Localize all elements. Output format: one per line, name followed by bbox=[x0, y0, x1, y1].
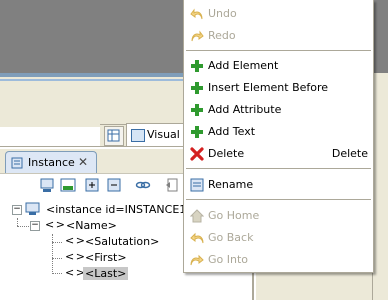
plus-icon bbox=[191, 104, 203, 116]
menu-item-go-into[interactable]: Go Into bbox=[184, 249, 373, 271]
menu-item-add-attribute[interactable]: Add Attribute bbox=[184, 99, 373, 121]
sash[interactable] bbox=[252, 272, 254, 300]
workbench-background bbox=[0, 0, 183, 73]
menu-item-go-back[interactable]: Go Back bbox=[184, 227, 373, 249]
context-menu: Undo Redo Add Element Insert Element Bef… bbox=[183, 0, 374, 273]
go-back-icon bbox=[190, 232, 204, 244]
go-into-icon bbox=[190, 254, 204, 266]
menu-item-delete-label: Delete bbox=[208, 147, 245, 160]
menu-item-go-home[interactable]: Go Home bbox=[184, 205, 373, 227]
menu-item-add-text-label: Add Text bbox=[208, 125, 256, 138]
expand-plus-icon[interactable] bbox=[84, 177, 100, 193]
xsd-icon[interactable] bbox=[60, 177, 76, 193]
menu-item-add-attribute-label: Add Attribute bbox=[208, 103, 282, 116]
element-icon: < > bbox=[65, 250, 85, 263]
instance-icon bbox=[11, 157, 23, 169]
menu-item-add-element-label: Add Element bbox=[208, 59, 279, 72]
go-home-icon bbox=[190, 209, 204, 223]
tree-item[interactable]: <Salutation> bbox=[83, 234, 161, 250]
right-panel bbox=[372, 73, 388, 300]
tree-item[interactable]: <instance id=INSTANCE1> bbox=[44, 202, 198, 218]
rename-icon bbox=[190, 178, 204, 192]
menu-separator bbox=[186, 168, 371, 169]
menu-item-add-text[interactable]: Add Text bbox=[184, 121, 373, 143]
tree-expander[interactable]: − bbox=[30, 221, 40, 231]
menu-item-go-back-label: Go Back bbox=[208, 231, 254, 244]
plus-icon bbox=[191, 82, 203, 94]
tree-item-label: <Salutation> bbox=[85, 235, 160, 248]
import-icon[interactable] bbox=[164, 177, 180, 193]
tree-item-label: <First> bbox=[85, 251, 127, 264]
tree-item-label: <instance id=INSTANCE1> bbox=[46, 203, 196, 216]
element-icon: < > bbox=[65, 266, 85, 279]
menu-item-undo[interactable]: Undo bbox=[184, 3, 373, 25]
document-icon bbox=[131, 129, 145, 142]
tab-instance[interactable]: Instance ✕ bbox=[5, 151, 97, 174]
element-icon: < > bbox=[65, 234, 85, 247]
collapse-minus-icon[interactable] bbox=[106, 177, 122, 193]
tree-connector bbox=[17, 226, 31, 227]
menu-item-rename[interactable]: Rename bbox=[184, 174, 373, 196]
tree-connector bbox=[17, 218, 18, 226]
close-icon[interactable]: ✕ bbox=[78, 155, 88, 169]
instance-node-icon bbox=[25, 202, 40, 215]
menu-separator bbox=[186, 199, 371, 200]
red-x-icon bbox=[190, 147, 204, 161]
table-icon bbox=[107, 129, 120, 142]
plus-icon bbox=[191, 126, 203, 138]
undo-arrow-icon bbox=[190, 8, 203, 20]
tree-connector bbox=[52, 242, 62, 243]
tree-item-label: <Last> bbox=[83, 267, 129, 280]
tree-item-label: <Name> bbox=[66, 219, 117, 232]
redo-arrow-icon bbox=[191, 30, 204, 42]
tree-connector bbox=[52, 234, 53, 274]
menu-item-insert-element-before-label: Insert Element Before bbox=[208, 81, 329, 94]
tree-item-selected[interactable]: <Last> bbox=[83, 266, 129, 282]
tree-item[interactable]: <Name> bbox=[64, 218, 119, 234]
collapse-all-icon[interactable] bbox=[39, 177, 55, 193]
editor-menu-button[interactable] bbox=[104, 126, 124, 146]
tree-connector bbox=[52, 258, 62, 259]
menu-item-insert-element-before[interactable]: Insert Element Before bbox=[184, 77, 373, 99]
tab-instance-label: Instance bbox=[28, 156, 75, 169]
menu-item-add-element[interactable]: Add Element bbox=[184, 55, 373, 77]
plus-icon bbox=[191, 60, 203, 72]
element-icon: < > bbox=[45, 218, 65, 231]
menu-separator bbox=[186, 50, 371, 51]
menu-item-delete[interactable]: Delete Delete bbox=[184, 143, 373, 165]
workbench-background-right bbox=[372, 0, 388, 73]
menu-item-go-into-label: Go Into bbox=[208, 253, 249, 266]
bottom-panel bbox=[256, 272, 372, 300]
menu-item-redo-label: Redo bbox=[208, 29, 236, 42]
tree-connector bbox=[52, 273, 62, 274]
menu-item-go-home-label: Go Home bbox=[208, 209, 260, 222]
tab-visual-xml[interactable]: Visual X bbox=[126, 123, 191, 146]
tree-expander[interactable]: − bbox=[12, 205, 22, 215]
menu-item-undo-label: Undo bbox=[208, 7, 237, 20]
tree-item[interactable]: <First> bbox=[83, 250, 129, 266]
menu-item-delete-shortcut: Delete bbox=[331, 147, 368, 160]
editor-border bbox=[0, 73, 183, 127]
menu-item-redo[interactable]: Redo bbox=[184, 25, 373, 47]
link-icon[interactable] bbox=[135, 177, 151, 193]
menu-item-rename-label: Rename bbox=[208, 178, 254, 191]
